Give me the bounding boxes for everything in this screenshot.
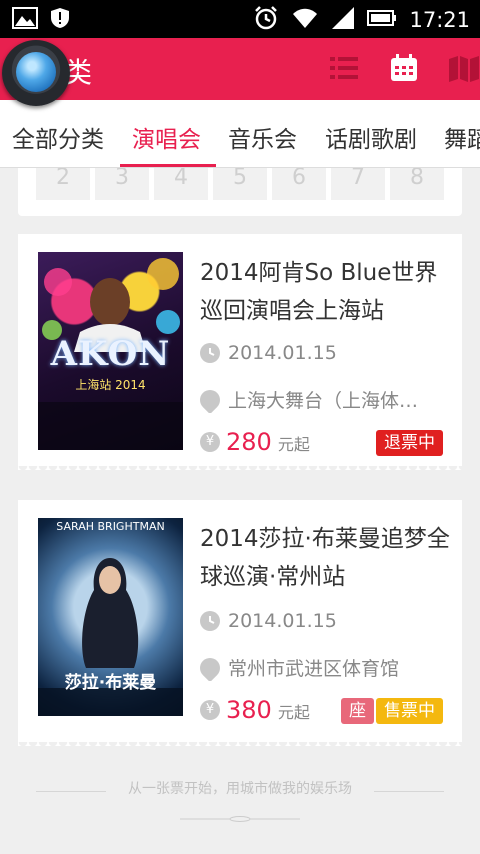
poster-subcaption: 莎拉·布莱曼 [64, 673, 157, 693]
footer: 从一张票开始，用城市做我的娱乐场 [0, 778, 480, 822]
event-venue-row: 上海大舞台（上海体… [200, 386, 445, 413]
poster-subcaption: 上海站 2014 [75, 378, 146, 392]
event-price: ¥ 280 元起 [200, 428, 310, 456]
yen-icon: ¥ [200, 432, 220, 452]
status-bar: 17:21 [0, 0, 480, 38]
location-pin-icon [200, 654, 225, 681]
list-view-icon[interactable] [328, 52, 360, 84]
shield-alert-icon [50, 7, 70, 33]
date-strip: 2 3 4 5 6 7 8 [18, 168, 462, 216]
date-cell[interactable]: 2 [36, 168, 90, 200]
ornament-icon [180, 816, 300, 822]
clock-time: 17:21 [409, 8, 470, 32]
app-header: 类 [0, 38, 480, 100]
divider [36, 791, 106, 792]
category-tabs: 全部分类 演唱会 音乐会 话剧歌剧 舞蹈 [0, 100, 480, 168]
event-venue: 常州市武进区体育馆 [228, 658, 400, 680]
calendar-icon[interactable] [388, 52, 420, 84]
tab-all-categories[interactable]: 全部分类 [12, 120, 104, 154]
alarm-icon [253, 5, 279, 35]
map-icon[interactable] [448, 52, 480, 84]
event-price: ¥ 380 元起 [200, 696, 310, 724]
poster-caption: AKON [50, 334, 171, 374]
clock-icon [200, 343, 220, 363]
poster-caption: SARAH BRIGHTMAN [56, 520, 165, 533]
tab-dance[interactable]: 舞蹈 [444, 120, 480, 154]
footer-slogan: 从一张票开始，用城市做我的娱乐场 [128, 781, 352, 797]
event-date: 2014.01.15 [228, 342, 337, 364]
event-venue-row: 常州市武进区体育馆 [200, 654, 445, 681]
status-badge: 售票中 [376, 698, 443, 724]
date-cell[interactable]: 3 [95, 168, 149, 200]
tab-music-concert[interactable]: 音乐会 [228, 120, 297, 154]
date-cell[interactable]: 4 [154, 168, 208, 200]
event-poster[interactable]: SARAH BRIGHTMAN 莎拉·布莱曼 [38, 518, 183, 716]
wifi-icon [291, 6, 319, 34]
event-date-row: 2014.01.15 [200, 610, 445, 632]
seat-badge: 座 [341, 698, 374, 724]
price-value: 380 [226, 696, 272, 724]
date-cell[interactable]: 8 [390, 168, 444, 200]
divider [374, 791, 444, 792]
status-badge: 退票中 [376, 430, 443, 456]
event-card[interactable]: SARAH BRIGHTMAN 莎拉·布莱曼 2014莎拉·布莱曼追梦全球巡演·… [18, 500, 462, 750]
battery-icon [367, 9, 397, 31]
event-venue: 上海大舞台（上海体… [228, 390, 419, 412]
yen-icon: ¥ [200, 700, 220, 720]
event-card[interactable]: AKON 上海站 2014 2014阿肯So Blue世界巡回演唱会上海站 20… [18, 234, 462, 474]
event-title[interactable]: 2014莎拉·布莱曼追梦全球巡演·常州站 [200, 520, 450, 596]
date-cell[interactable]: 6 [272, 168, 326, 200]
event-date-row: 2014.01.15 [200, 342, 445, 364]
date-cell[interactable]: 5 [213, 168, 267, 200]
signal-icon [331, 6, 355, 34]
tab-concert[interactable]: 演唱会 [132, 120, 201, 154]
page-title: 类 [64, 56, 93, 89]
price-unit: 元起 [277, 435, 310, 454]
image-notification-icon [12, 7, 38, 33]
clock-icon [200, 611, 220, 631]
event-poster[interactable]: AKON 上海站 2014 [38, 252, 183, 450]
date-cell[interactable]: 7 [331, 168, 385, 200]
event-date: 2014.01.15 [228, 610, 337, 632]
location-pin-icon [200, 386, 225, 413]
price-value: 280 [226, 428, 272, 456]
tab-drama-opera[interactable]: 话剧歌剧 [325, 120, 417, 154]
event-title[interactable]: 2014阿肯So Blue世界巡回演唱会上海站 [200, 254, 450, 330]
price-unit: 元起 [277, 703, 310, 722]
